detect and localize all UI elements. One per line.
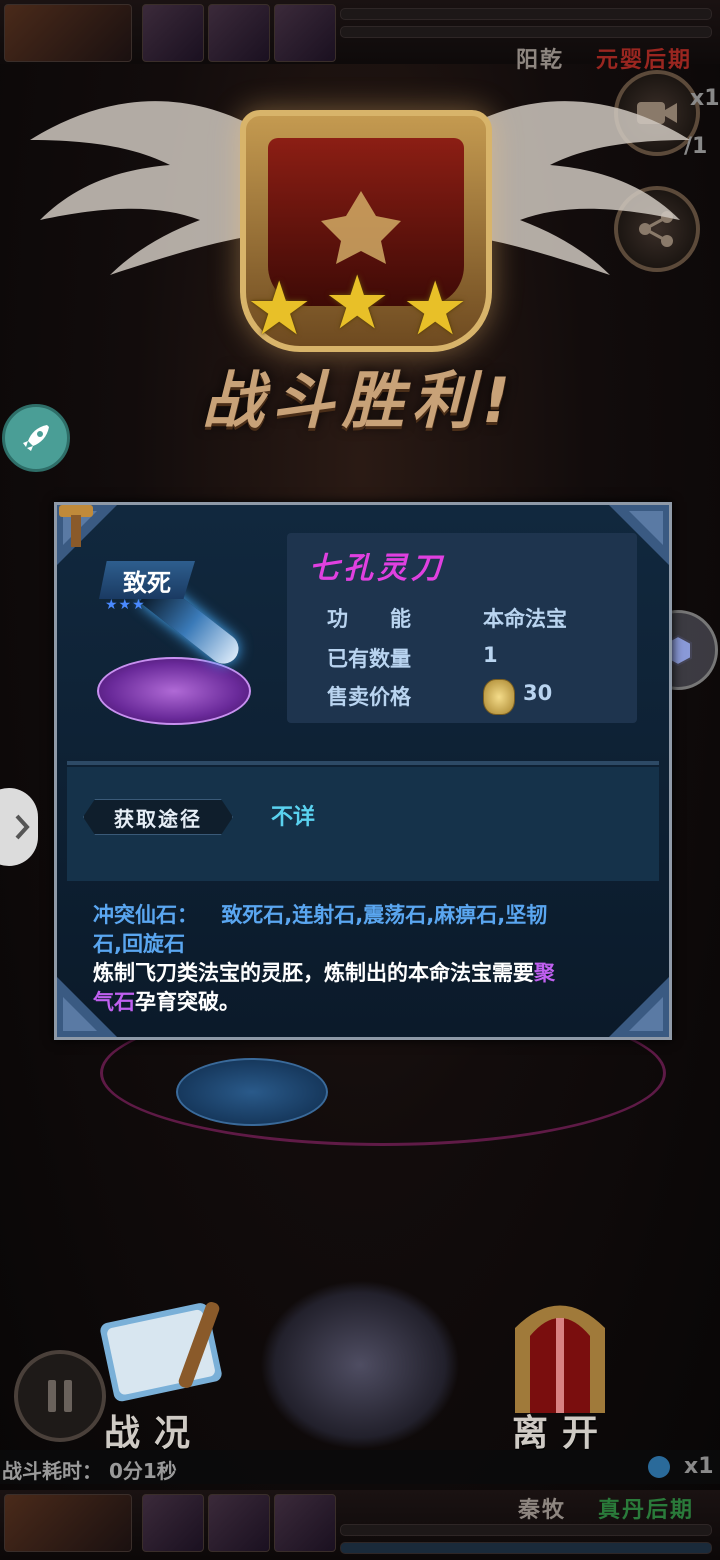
enemy-portrait-1[interactable] [142, 1494, 204, 1552]
player-hp-bar [340, 8, 712, 20]
sell-price-value: 30 [523, 681, 553, 705]
exit-gate-icon [515, 1305, 605, 1413]
ally-portrait-3[interactable] [274, 4, 336, 62]
enemy-portrait[interactable] [4, 1494, 132, 1552]
rocket-icon [23, 425, 49, 451]
ally-portrait-1[interactable] [142, 4, 204, 62]
emblem-crest-icon [321, 191, 401, 264]
highlight-stone-name-cont: 气石 [93, 990, 135, 1014]
energy-orb-icon [648, 1456, 670, 1478]
victory-star-1: ★ [246, 266, 313, 352]
ally-platform [176, 1058, 328, 1126]
battle-time: 战斗耗时： 0分1秒 [2, 1459, 177, 1483]
description-text: 炼制飞刀类法宝的灵胚，炼制出的本命法宝需要 [93, 961, 534, 985]
left-wing-icon [30, 101, 260, 275]
sell-price-label: 售卖价格 [327, 685, 411, 709]
player-mp-bar [340, 26, 712, 38]
speedup-button[interactable] [2, 404, 70, 472]
enemy-portrait-3[interactable] [274, 1494, 336, 1552]
victory-star-3: ★ [402, 266, 469, 352]
leave-button[interactable]: 离开 [512, 1404, 612, 1456]
item-detail-dialog: 致死 ★★★ 七孔灵刀 功 能 本命法宝 已有数量 1 售卖价格 30 获取途径… [54, 502, 672, 1040]
conflict-list-cont: 石,回旋石 [93, 932, 185, 956]
chevron-right-icon [15, 814, 30, 840]
description-text-cont: 孕育突破。 [135, 990, 240, 1014]
conflict-list: 致死石,连射石,震荡石,麻痹石,坚韧 [221, 903, 548, 927]
highlight-stone-name: 聚 [534, 961, 555, 985]
victory-star-2: ★ [324, 260, 391, 346]
section-divider [67, 761, 659, 765]
right-wing-icon [460, 101, 690, 275]
battle-report-button[interactable]: 战况 [104, 1404, 204, 1456]
spirit-stone-icon [483, 679, 515, 715]
enemy-mp-bar [340, 1542, 712, 1554]
source-label: 获取途径 [83, 799, 233, 835]
item-attribute-badge: 致死 [99, 561, 195, 599]
enemy-portrait-2[interactable] [208, 1494, 270, 1552]
enemy-hp-bar [340, 1524, 712, 1536]
enemy-name: 秦牧 [518, 1498, 567, 1523]
item-icon: 致死 ★★★ [97, 549, 257, 729]
player-portrait[interactable] [4, 4, 132, 62]
pause-button[interactable] [14, 1350, 106, 1442]
function-value: 本命法宝 [483, 607, 567, 631]
character-figure [260, 1280, 460, 1450]
item-info-panel: 七孔灵刀 功 能 本命法宝 已有数量 1 售卖价格 30 [287, 533, 637, 723]
victory-title: 战斗胜利! [201, 364, 519, 437]
function-label: 功 能 [327, 607, 411, 631]
owned-count-value: 1 [483, 643, 498, 667]
ally-portrait-2[interactable] [208, 4, 270, 62]
conflict-label: 冲突仙石： [93, 903, 198, 927]
item-name: 七孔灵刀 [309, 551, 445, 586]
pause-icon [48, 1380, 72, 1412]
owned-count-label: 已有数量 [327, 647, 411, 671]
battle-report-scroll-icon [100, 1302, 222, 1402]
source-value: 不详 [271, 805, 316, 830]
expand-left-button[interactable] [0, 788, 38, 866]
enemy-realm: 真丹后期 [598, 1498, 695, 1523]
hammer-icon [59, 505, 93, 547]
item-star-rating: ★★★ [105, 597, 146, 613]
item-description: 冲突仙石： 致死石,连射石,震荡石,麻痹石,坚韧 石,回旋石 炼制飞刀类法宝的灵… [93, 901, 633, 1017]
bottom-count: x1 [684, 1454, 714, 1479]
